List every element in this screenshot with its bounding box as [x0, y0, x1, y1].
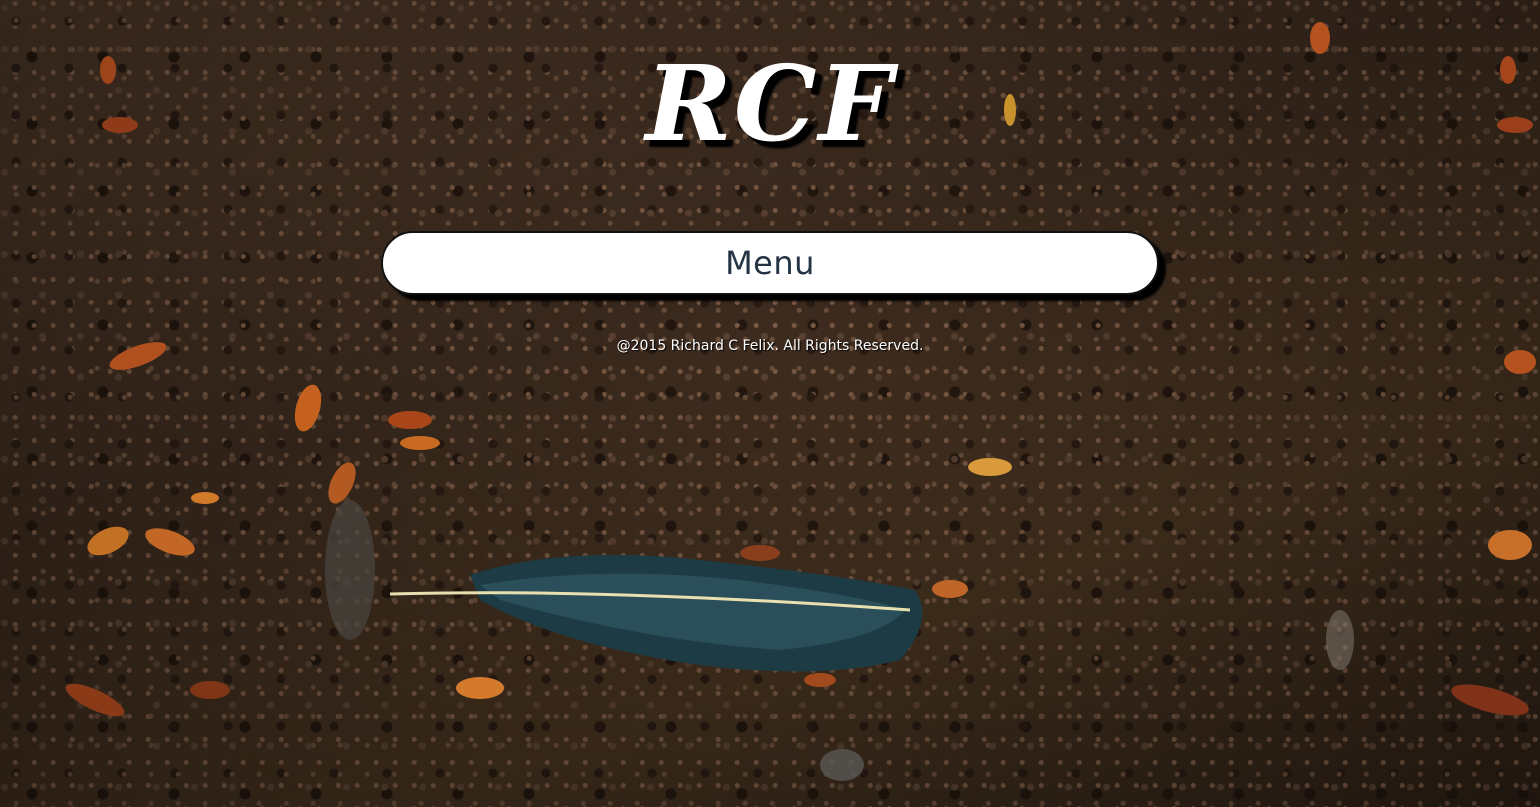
feather-icon — [389, 555, 923, 672]
copyright-text: @2015 Richard C Felix. All Rights Reserv… — [616, 338, 924, 354]
menu-button[interactable]: Menu — [381, 231, 1159, 295]
menu-button-label: Menu — [725, 244, 815, 282]
site-logo[interactable]: RCF — [0, 52, 1540, 156]
